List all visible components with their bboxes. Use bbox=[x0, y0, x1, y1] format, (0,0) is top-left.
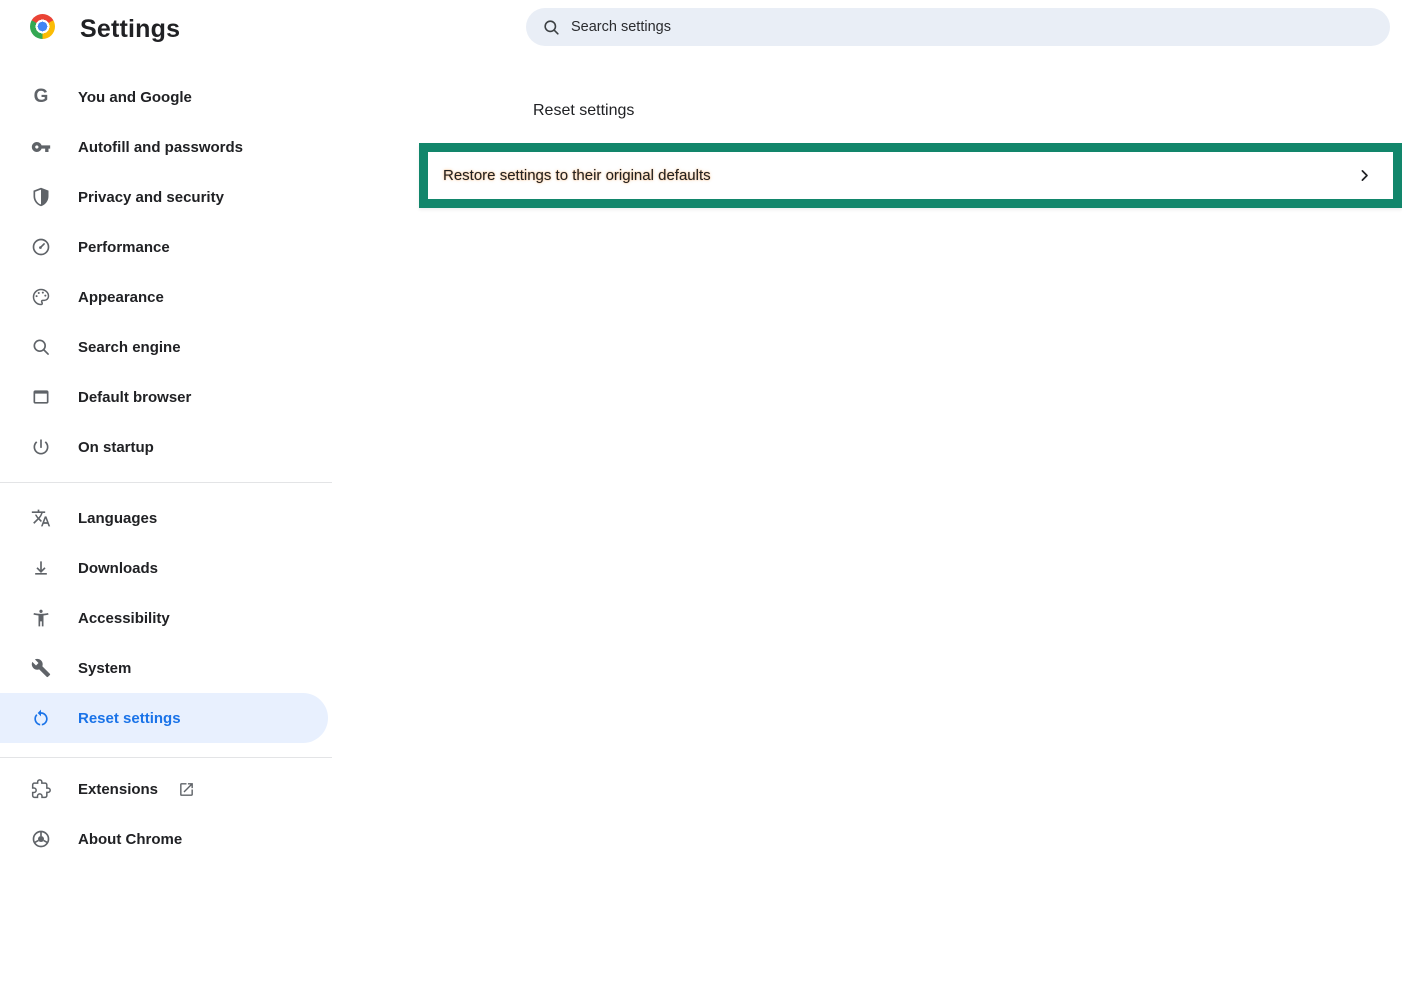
page-title: Settings bbox=[80, 15, 180, 44]
puzzle-icon bbox=[31, 779, 51, 799]
restore-defaults-label: Restore settings to their original defau… bbox=[443, 167, 711, 184]
sidebar-divider bbox=[0, 757, 332, 758]
power-icon bbox=[31, 437, 51, 457]
section-heading: Reset settings bbox=[533, 102, 634, 120]
sidebar-item-system[interactable]: System bbox=[0, 643, 332, 693]
search-input[interactable] bbox=[571, 19, 1271, 35]
download-icon bbox=[31, 558, 51, 578]
chrome-logo-icon bbox=[30, 14, 55, 39]
key-icon bbox=[31, 137, 51, 157]
sidebar-divider bbox=[0, 482, 332, 483]
reset-icon bbox=[31, 708, 51, 728]
sidebar-item-performance[interactable]: Performance bbox=[0, 222, 332, 272]
chrome-settings-page: Settings G You and Google Autofill and p… bbox=[0, 0, 1402, 986]
google-g-icon: G bbox=[31, 87, 51, 107]
wrench-icon bbox=[31, 658, 51, 678]
sidebar-item-appearance[interactable]: Appearance bbox=[0, 272, 332, 322]
chrome-logo bbox=[30, 14, 55, 39]
sidebar-item-about-chrome[interactable]: About Chrome bbox=[0, 814, 332, 864]
palette-icon bbox=[31, 287, 51, 307]
search-bar[interactable] bbox=[526, 8, 1390, 46]
accessibility-icon bbox=[31, 608, 51, 628]
translate-icon bbox=[31, 508, 51, 528]
search-icon bbox=[31, 337, 51, 357]
sidebar-item-accessibility[interactable]: Accessibility bbox=[0, 593, 332, 643]
speedometer-icon bbox=[31, 237, 51, 257]
chevron-right-icon bbox=[1356, 167, 1373, 184]
sidebar-item-extensions[interactable]: Extensions bbox=[0, 764, 332, 814]
sidebar-item-search-engine[interactable]: Search engine bbox=[0, 322, 332, 372]
sidebar-item-autofill[interactable]: Autofill and passwords bbox=[0, 122, 332, 172]
sidebar-item-reset-settings[interactable]: Reset settings bbox=[0, 693, 328, 743]
sidebar-item-privacy[interactable]: Privacy and security bbox=[0, 172, 332, 222]
search-icon bbox=[542, 18, 561, 37]
chrome-outline-icon bbox=[31, 829, 51, 849]
open-in-new-icon bbox=[178, 781, 195, 798]
browser-window-icon bbox=[31, 387, 51, 407]
annotation-highlight: Restore settings to their original defau… bbox=[419, 143, 1402, 208]
shield-icon bbox=[31, 187, 51, 207]
sidebar-item-languages[interactable]: Languages bbox=[0, 493, 332, 543]
sidebar-item-downloads[interactable]: Downloads bbox=[0, 543, 332, 593]
restore-defaults-row[interactable]: Restore settings to their original defau… bbox=[428, 152, 1393, 199]
sidebar-item-default-browser[interactable]: Default browser bbox=[0, 372, 332, 422]
sidebar-item-on-startup[interactable]: On startup bbox=[0, 422, 332, 472]
sidebar-item-you-and-google[interactable]: G You and Google bbox=[0, 72, 332, 122]
